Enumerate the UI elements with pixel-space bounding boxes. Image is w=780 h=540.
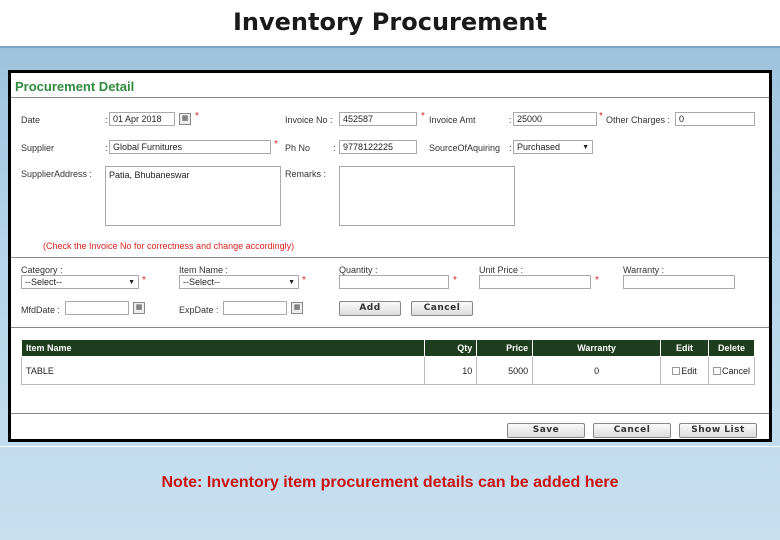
- source-colon: :: [509, 143, 512, 153]
- item-name-label: Item Name :: [179, 265, 229, 275]
- supplier-address-label: SupplierAddress :: [21, 169, 93, 179]
- category-select[interactable]: --Select-- ▼: [21, 275, 139, 289]
- exp-date-input[interactable]: [223, 301, 287, 315]
- quantity-input[interactable]: [339, 275, 449, 289]
- panel-title: Procurement Detail: [15, 79, 135, 94]
- source-select-value: Purchased: [517, 142, 561, 152]
- edit-link-label: Edit: [681, 365, 697, 376]
- slide-divider: [0, 446, 780, 447]
- supplier-colon: :: [105, 143, 108, 153]
- save-button[interactable]: Save: [507, 423, 585, 438]
- show-list-button[interactable]: Show List: [679, 423, 757, 438]
- required-marker: *: [274, 139, 278, 150]
- slide-note: Note: Inventory item procurement details…: [161, 474, 619, 491]
- date-colon: :: [105, 115, 108, 125]
- edit-link[interactable]: Edit: [660, 356, 709, 385]
- column-header-item-name: Item Name: [20, 339, 426, 357]
- delete-link-label: Cancel: [721, 365, 750, 376]
- mfd-date-input[interactable]: [65, 301, 129, 315]
- footer-divider: [11, 413, 769, 414]
- ph-no-input[interactable]: 9778122225: [339, 140, 417, 154]
- source-label: SourceOfAquiring: [429, 143, 501, 153]
- procurement-panel: Procurement Detail Date : 01 Apr 2018 ▦ …: [11, 73, 769, 439]
- category-select-value: --Select--: [25, 277, 63, 287]
- date-input[interactable]: 01 Apr 2018: [109, 112, 175, 126]
- slide-title: Inventory Procurement: [0, 0, 780, 46]
- category-label: Category :: [21, 265, 63, 275]
- other-charges-input[interactable]: 0: [675, 112, 755, 126]
- remarks-textarea[interactable]: [339, 166, 515, 226]
- section-divider: [11, 257, 769, 258]
- item-name-select[interactable]: --Select-- ▼: [179, 275, 299, 289]
- cell-item-name: TABLE: [20, 356, 426, 385]
- supplier-input[interactable]: Global Furnitures: [109, 140, 271, 154]
- other-charges-label: Other Charges :: [606, 115, 671, 125]
- cancel-button[interactable]: Cancel: [593, 423, 671, 438]
- item-name-select-value: --Select--: [183, 277, 221, 287]
- item-cancel-button[interactable]: Cancel: [411, 301, 473, 316]
- required-marker: *: [599, 111, 603, 122]
- source-select[interactable]: Purchased ▼: [513, 140, 593, 154]
- procurement-frame: Procurement Detail Date : 01 Apr 2018 ▦ …: [8, 70, 772, 442]
- section-divider: [11, 327, 769, 328]
- column-header-qty: Qty: [424, 339, 478, 357]
- cell-warranty: 0: [532, 356, 662, 385]
- required-marker: *: [421, 111, 425, 122]
- exp-date-label: ExpDate :: [179, 305, 219, 315]
- required-marker: *: [595, 275, 599, 286]
- required-marker: *: [142, 275, 146, 286]
- invoice-no-label: Invoice No :: [285, 115, 333, 125]
- calendar-icon[interactable]: ▦: [291, 302, 303, 314]
- delete-link[interactable]: Cancel: [707, 356, 756, 385]
- unit-price-input[interactable]: [479, 275, 591, 289]
- table-header-row: Item Name Qty Price Warranty Edit Delete: [20, 339, 756, 357]
- chevron-down-icon: ▼: [582, 144, 589, 151]
- warranty-input[interactable]: [623, 275, 735, 289]
- column-header-price: Price: [476, 339, 534, 357]
- quantity-label: Quantity :: [339, 265, 378, 275]
- date-label: Date: [21, 115, 41, 125]
- calendar-icon[interactable]: ▦: [179, 113, 191, 125]
- ph-no-colon: :: [333, 143, 336, 153]
- supplier-label: Supplier: [21, 143, 55, 153]
- add-button[interactable]: Add: [339, 301, 401, 316]
- required-marker: *: [195, 111, 199, 122]
- invoice-amt-input[interactable]: 25000: [513, 112, 597, 126]
- cell-qty: 10: [424, 356, 478, 385]
- invoice-no-input[interactable]: 452587: [339, 112, 417, 126]
- chevron-down-icon: ▼: [128, 279, 135, 286]
- title-divider: [11, 97, 769, 98]
- chevron-down-icon: ▼: [288, 279, 295, 286]
- mfd-date-label: MfdDate :: [21, 305, 61, 315]
- required-marker: *: [302, 275, 306, 286]
- unit-price-label: Unit Price :: [479, 265, 524, 275]
- warranty-label: Warranty :: [623, 265, 665, 275]
- invoice-check-note: (Check the Invoice No for correctness an…: [43, 241, 295, 251]
- invoice-amt-label: Invoice Amt: [429, 115, 476, 125]
- table-row: TABLE 10 5000 0 Edit Cancel: [20, 356, 756, 385]
- cell-price: 5000: [476, 356, 534, 385]
- invoice-amt-colon: :: [509, 115, 512, 125]
- supplier-address-textarea[interactable]: Patia, Bhubaneswar: [105, 166, 281, 226]
- delete-icon: [712, 367, 721, 376]
- edit-icon: [672, 367, 681, 376]
- column-header-warranty: Warranty: [532, 339, 662, 357]
- column-header-edit: Edit: [660, 339, 709, 357]
- required-marker: *: [453, 275, 457, 286]
- remarks-label: Remarks :: [285, 169, 327, 179]
- calendar-icon[interactable]: ▦: [133, 302, 145, 314]
- items-table: Item Name Qty Price Warranty Edit Delete…: [20, 339, 756, 385]
- column-header-delete: Delete: [707, 339, 756, 357]
- ph-no-label: Ph No: [285, 143, 311, 153]
